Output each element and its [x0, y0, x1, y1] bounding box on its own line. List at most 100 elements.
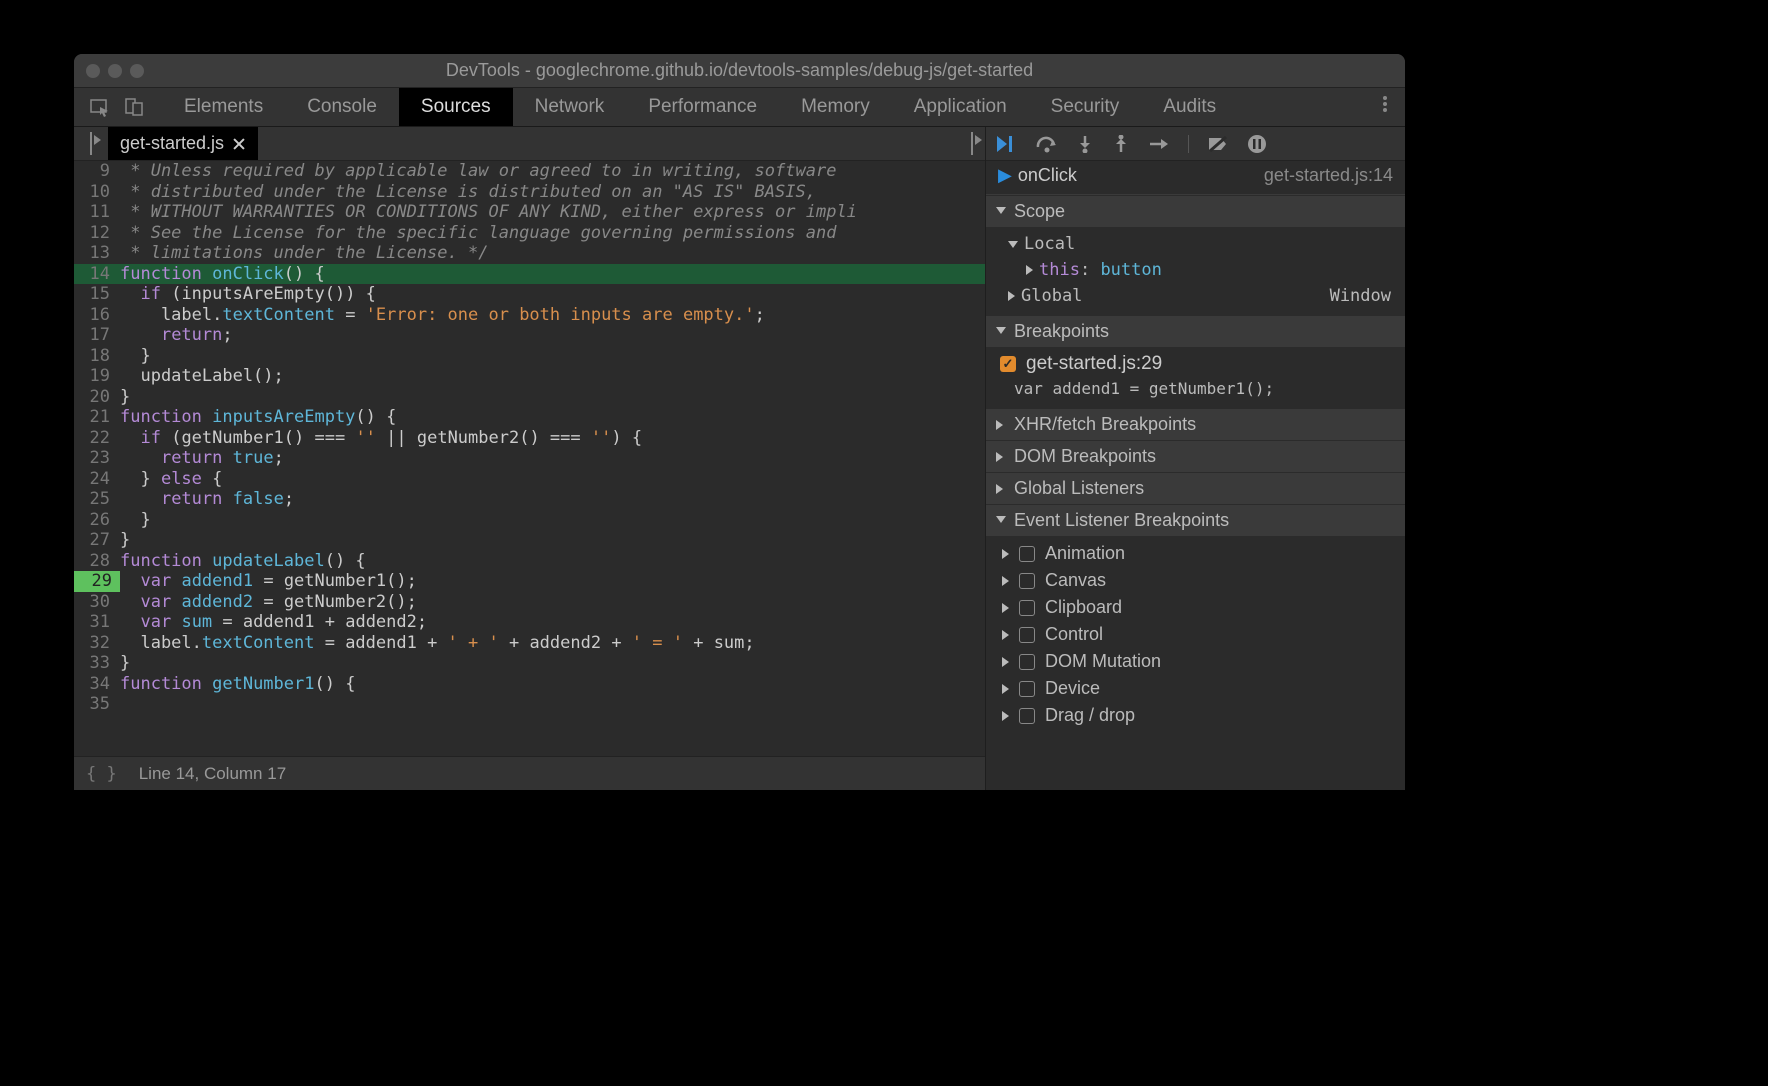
- resume-icon[interactable]: [996, 135, 1018, 153]
- code-line[interactable]: 26 }: [74, 510, 985, 531]
- file-tab-name: get-started.js: [120, 133, 224, 154]
- code-line[interactable]: 15 if (inputsAreEmpty()) {: [74, 284, 985, 305]
- code-line[interactable]: 33}: [74, 653, 985, 674]
- chevron-right-icon: [1002, 684, 1009, 694]
- xhr-breakpoints-header[interactable]: XHR/fetch Breakpoints: [986, 408, 1405, 440]
- checkbox-icon[interactable]: [1019, 573, 1035, 589]
- code-line[interactable]: 27}: [74, 530, 985, 551]
- navigator-toggle-icon[interactable]: [74, 133, 108, 155]
- checkbox-icon[interactable]: [1019, 600, 1035, 616]
- code-line[interactable]: 24 } else {: [74, 469, 985, 490]
- code-line[interactable]: 30 var addend2 = getNumber2();: [74, 592, 985, 613]
- breakpoint-item[interactable]: get-started.js:29: [986, 351, 1405, 377]
- event-category[interactable]: DOM Mutation: [986, 648, 1405, 675]
- close-traffic-icon[interactable]: [86, 64, 100, 78]
- code-line[interactable]: 14function onClick() {: [74, 264, 985, 285]
- code-line[interactable]: 32 label.textContent = addend1 + ' + ' +…: [74, 633, 985, 654]
- tab-network[interactable]: Network: [513, 88, 627, 126]
- code-line[interactable]: 34function getNumber1() {: [74, 674, 985, 695]
- device-mode-icon[interactable]: [124, 97, 144, 117]
- tab-audits[interactable]: Audits: [1141, 88, 1238, 126]
- tab-elements[interactable]: Elements: [162, 88, 285, 126]
- toolbar-divider: [1188, 135, 1189, 153]
- main-tabbar: ElementsConsoleSourcesNetworkPerformance…: [74, 87, 1405, 127]
- code-line[interactable]: 10 * distributed under the License is di…: [74, 182, 985, 203]
- dom-breakpoints-header[interactable]: DOM Breakpoints: [986, 440, 1405, 472]
- minimize-traffic-icon[interactable]: [108, 64, 122, 78]
- scope-local[interactable]: Local: [986, 231, 1405, 257]
- scope-global[interactable]: GlobalWindow: [986, 283, 1405, 309]
- checkbox-icon[interactable]: [1019, 681, 1035, 697]
- scope-section-body: Local this: button GlobalWindow: [986, 227, 1405, 315]
- global-listeners-header[interactable]: Global Listeners: [986, 472, 1405, 504]
- chevron-right-icon: [1002, 603, 1009, 613]
- window-titlebar[interactable]: DevTools - googlechrome.github.io/devtoo…: [74, 54, 1405, 87]
- code-editor[interactable]: 9 * Unless required by applicable law or…: [74, 161, 985, 756]
- file-tab[interactable]: get-started.js: [108, 127, 258, 160]
- code-line[interactable]: 21function inputsAreEmpty() {: [74, 407, 985, 428]
- scope-section-header[interactable]: Scope: [986, 195, 1405, 227]
- tab-console[interactable]: Console: [285, 88, 399, 126]
- code-line[interactable]: 31 var sum = addend1 + addend2;: [74, 612, 985, 633]
- code-line[interactable]: 9 * Unless required by applicable law or…: [74, 161, 985, 182]
- deactivate-breakpoints-icon[interactable]: [1207, 135, 1229, 153]
- code-line[interactable]: 12 * See the License for the specific la…: [74, 223, 985, 244]
- call-frame[interactable]: ▶ onClick get-started.js:14: [986, 161, 1405, 195]
- step-over-icon[interactable]: [1036, 135, 1058, 153]
- event-category[interactable]: Canvas: [986, 567, 1405, 594]
- checkbox-icon[interactable]: [1019, 627, 1035, 643]
- window-title: DevTools - googlechrome.github.io/devtoo…: [74, 60, 1405, 81]
- event-category[interactable]: Clipboard: [986, 594, 1405, 621]
- step-out-icon[interactable]: [1112, 135, 1130, 153]
- tab-performance[interactable]: Performance: [626, 88, 779, 126]
- event-listener-breakpoints-header[interactable]: Event Listener Breakpoints: [986, 504, 1405, 536]
- code-line[interactable]: 17 return;: [74, 325, 985, 346]
- step-icon[interactable]: [1148, 135, 1170, 153]
- event-category[interactable]: Drag / drop: [986, 702, 1405, 729]
- close-icon[interactable]: [232, 137, 246, 151]
- checkbox-icon[interactable]: [1019, 546, 1035, 562]
- status-bar: { } Line 14, Column 17: [74, 756, 985, 790]
- tab-security[interactable]: Security: [1029, 88, 1142, 126]
- chevron-right-icon: [1002, 657, 1009, 667]
- chevron-right-icon: [1002, 630, 1009, 640]
- checkbox-icon[interactable]: [1019, 708, 1035, 724]
- event-category[interactable]: Device: [986, 675, 1405, 702]
- pause-exceptions-icon[interactable]: [1247, 134, 1267, 154]
- code-line[interactable]: 23 return true;: [74, 448, 985, 469]
- code-line[interactable]: 28function updateLabel() {: [74, 551, 985, 572]
- code-line[interactable]: 13 * limitations under the License. */: [74, 243, 985, 264]
- code-line[interactable]: 18 }: [74, 346, 985, 367]
- pretty-print-icon[interactable]: { }: [86, 764, 117, 784]
- call-frame-location: get-started.js:14: [1264, 165, 1393, 186]
- tab-sources[interactable]: Sources: [399, 88, 513, 126]
- breakpoints-section-header[interactable]: Breakpoints: [986, 315, 1405, 347]
- code-line[interactable]: 22 if (getNumber1() === '' || getNumber2…: [74, 428, 985, 449]
- checkbox-icon[interactable]: [1019, 654, 1035, 670]
- devtools-window: DevTools - googlechrome.github.io/devtoo…: [74, 54, 1405, 790]
- inspect-element-icon[interactable]: [90, 97, 110, 117]
- scope-this[interactable]: this: button: [986, 257, 1405, 283]
- code-line[interactable]: 11 * WITHOUT WARRANTIES OR CONDITIONS OF…: [74, 202, 985, 223]
- tab-memory[interactable]: Memory: [779, 88, 892, 126]
- code-line[interactable]: 29 var addend1 = getNumber1();: [74, 571, 985, 592]
- event-categories: AnimationCanvasClipboardControlDOM Mutat…: [986, 536, 1405, 735]
- file-tabbar: get-started.js: [74, 127, 985, 161]
- checkbox-checked-icon[interactable]: [1000, 356, 1016, 372]
- event-category[interactable]: Control: [986, 621, 1405, 648]
- zoom-traffic-icon[interactable]: [130, 64, 144, 78]
- kebab-menu-icon[interactable]: [1383, 96, 1387, 112]
- code-line[interactable]: 20}: [74, 387, 985, 408]
- code-line[interactable]: 16 label.textContent = 'Error: one or bo…: [74, 305, 985, 326]
- breakpoints-section-body: get-started.js:29 var addend1 = getNumbe…: [986, 347, 1405, 408]
- debugger-sidebar: ▶ onClick get-started.js:14 Scope Local …: [985, 127, 1405, 790]
- cursor-position: Line 14, Column 17: [139, 764, 286, 784]
- step-into-icon[interactable]: [1076, 135, 1094, 153]
- code-line[interactable]: 25 return false;: [74, 489, 985, 510]
- tab-application[interactable]: Application: [892, 88, 1029, 126]
- code-line[interactable]: 19 updateLabel();: [74, 366, 985, 387]
- event-category[interactable]: Animation: [986, 540, 1405, 567]
- debugger-toggle-icon[interactable]: [971, 132, 973, 155]
- editor-pane: get-started.js 9 * Unless required by ap…: [74, 127, 985, 790]
- code-line[interactable]: 35: [74, 694, 985, 715]
